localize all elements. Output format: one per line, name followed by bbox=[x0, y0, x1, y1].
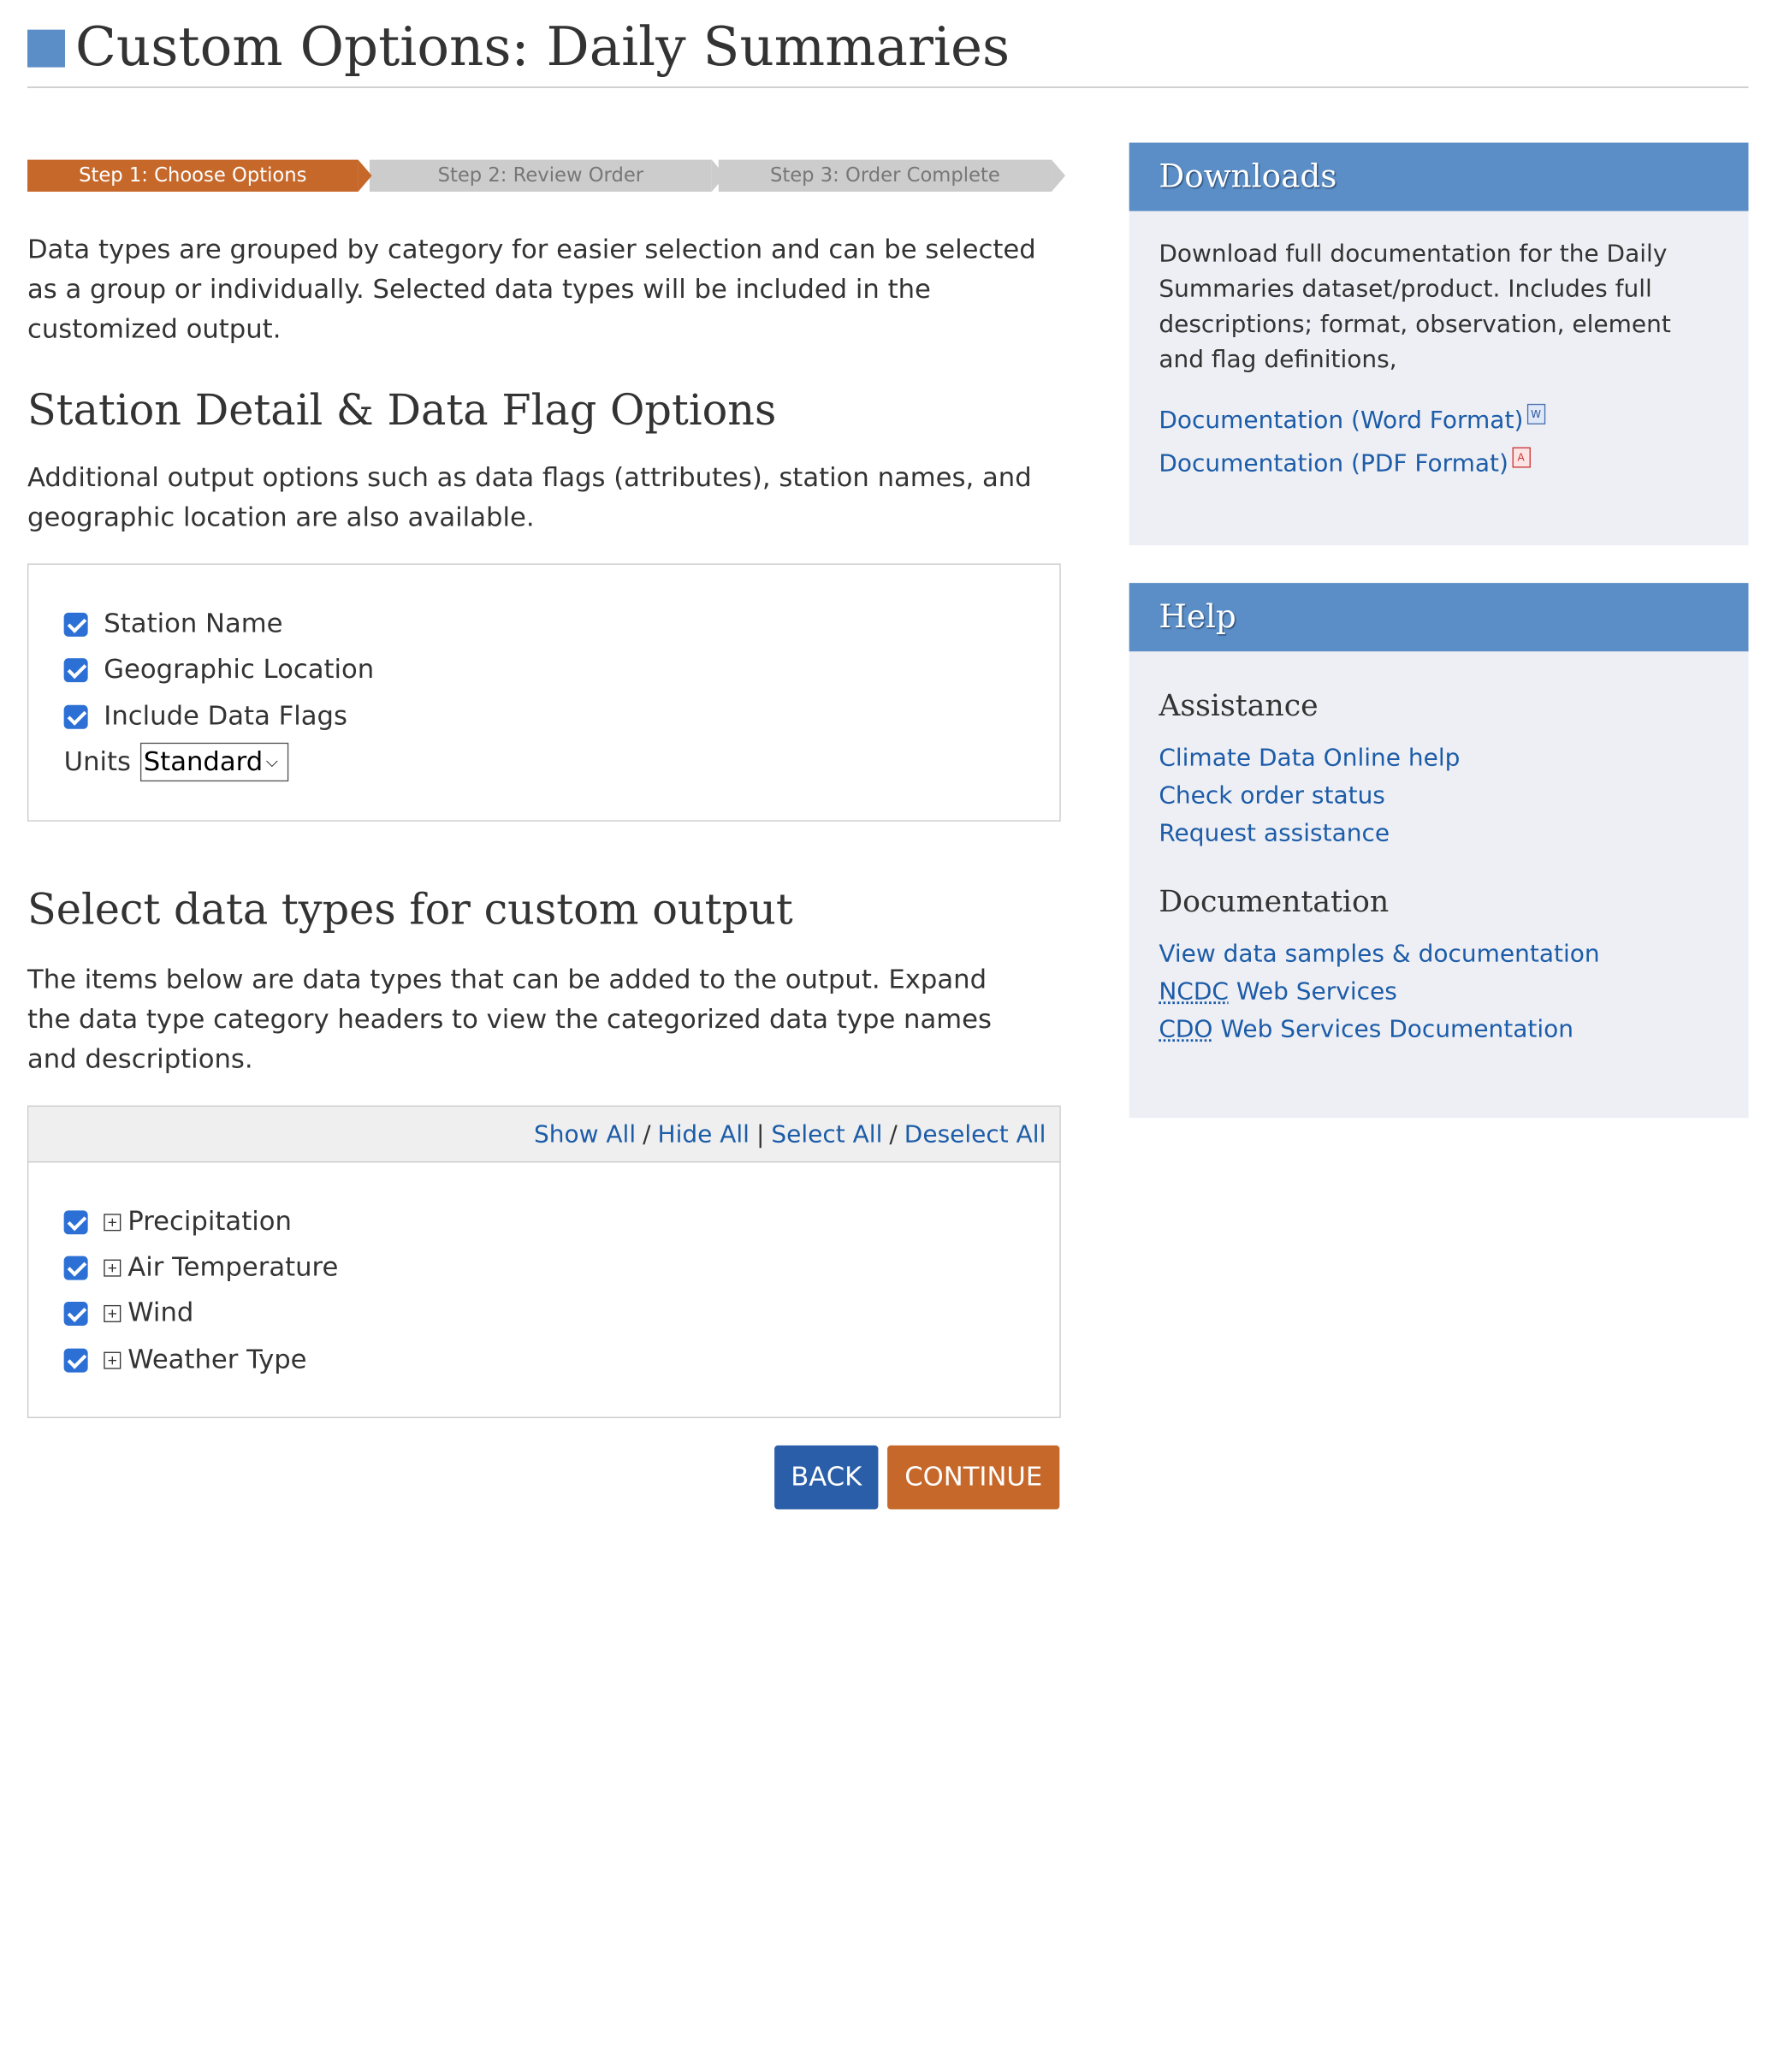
air-temperature-label: Air Temperature bbox=[127, 1252, 339, 1283]
slash-divider: / bbox=[889, 1120, 898, 1148]
expand-plus-icon[interactable] bbox=[104, 1351, 121, 1368]
wind-checkbox[interactable] bbox=[63, 1301, 88, 1326]
step-1: Step 1: Choose Options bbox=[27, 159, 359, 192]
datatypes-section-description: The items below are data types that can … bbox=[27, 965, 992, 1075]
pipe-divider: | bbox=[756, 1120, 765, 1148]
pdf-doc-link-label: Documentation (PDF Format) bbox=[1159, 448, 1508, 477]
step-3: Step 3: Order Complete bbox=[718, 159, 1052, 192]
step-2: Step 2: Review Order bbox=[369, 159, 712, 192]
datatypes-controls: Show All / Hide All | Select All / Desel… bbox=[28, 1107, 1060, 1163]
station-name-checkbox[interactable] bbox=[63, 612, 88, 637]
main-column: Step 2: Review Order Step 3: Order Compl… bbox=[27, 159, 1066, 1510]
chevron-down-icon: ⌵ bbox=[265, 752, 279, 772]
station-name-label: Station Name bbox=[104, 609, 283, 639]
view-data-samples-link[interactable]: View data samples & documentation bbox=[1159, 935, 1719, 973]
station-section-heading: Station Detail & Data Flag Options bbox=[27, 385, 777, 435]
select-all-link[interactable]: Select All bbox=[771, 1120, 882, 1148]
air-temperature-checkbox[interactable] bbox=[63, 1255, 88, 1279]
cdo-help-link[interactable]: Climate Data Online help bbox=[1159, 739, 1719, 777]
downloads-body: Download full documentation for the Dail… bbox=[1129, 211, 1749, 485]
page: Custom Options: Daily Summaries Step 2: … bbox=[0, 0, 1778, 2072]
units-select[interactable]: Standard ⌵ bbox=[139, 742, 288, 782]
cdo-abbr: CDO bbox=[1159, 1015, 1213, 1043]
datatypes-box: Show All / Hide All | Select All / Desel… bbox=[27, 1105, 1061, 1418]
continue-button[interactable]: CONTINUE bbox=[887, 1445, 1060, 1510]
pdf-document-icon: A bbox=[1511, 447, 1531, 468]
station-name-option[interactable]: Station Name bbox=[63, 607, 283, 641]
wind-label: Wind bbox=[127, 1297, 194, 1328]
expand-plus-icon[interactable] bbox=[104, 1304, 121, 1322]
slash-divider: / bbox=[643, 1120, 651, 1148]
ncdc-web-services-link[interactable]: NCDC Web Services bbox=[1159, 973, 1719, 1011]
cdo-link-text: Web Services Documentation bbox=[1212, 1015, 1574, 1043]
geographic-location-label: Geographic Location bbox=[104, 655, 375, 685]
geographic-location-option[interactable]: Geographic Location bbox=[63, 652, 375, 686]
expand-plus-icon[interactable] bbox=[104, 1258, 121, 1276]
ncdc-link-text: Web Services bbox=[1228, 977, 1397, 1006]
downloads-panel: Downloads Download full documentation fo… bbox=[1129, 142, 1749, 546]
include-data-flags-checkbox[interactable] bbox=[63, 704, 88, 729]
hide-all-link[interactable]: Hide All bbox=[658, 1120, 750, 1148]
ncdc-abbr: NCDC bbox=[1159, 977, 1229, 1006]
word-doc-link[interactable]: Documentation (Word Format) W bbox=[1159, 398, 1719, 442]
expand-plus-icon[interactable] bbox=[104, 1213, 121, 1231]
request-assistance-link[interactable]: Request assistance bbox=[1159, 815, 1719, 852]
assistance-heading: Assistance bbox=[1159, 689, 1319, 724]
geographic-location-checkbox[interactable] bbox=[63, 657, 88, 682]
category-weather-type[interactable]: Weather Type bbox=[63, 1343, 307, 1377]
documentation-heading: Documentation bbox=[1159, 885, 1390, 920]
station-options-box: Station Name Geographic Location Include… bbox=[27, 563, 1061, 822]
help-title: Help bbox=[1129, 583, 1749, 652]
intro-text: Data types are grouped by category for e… bbox=[27, 235, 1036, 345]
precipitation-label: Precipitation bbox=[127, 1207, 292, 1237]
category-air-temperature[interactable]: Air Temperature bbox=[63, 1250, 339, 1285]
pdf-doc-link[interactable]: Documentation (PDF Format) A bbox=[1159, 442, 1719, 485]
step-3-arrow bbox=[1052, 159, 1066, 192]
downloads-title: Downloads bbox=[1129, 142, 1749, 211]
weather-type-checkbox[interactable] bbox=[63, 1347, 88, 1372]
page-header: Custom Options: Daily Summaries bbox=[27, 15, 1749, 88]
units-label: Units bbox=[63, 747, 132, 777]
cdo-web-services-doc-link[interactable]: CDO Web Services Documentation bbox=[1159, 1011, 1719, 1048]
category-wind[interactable]: Wind bbox=[63, 1296, 194, 1330]
category-precipitation[interactable]: Precipitation bbox=[63, 1205, 292, 1239]
help-body: Assistance Climate Data Online help Chec… bbox=[1129, 651, 1749, 1048]
include-data-flags-option[interactable]: Include Data Flags bbox=[63, 699, 347, 733]
check-order-status-link[interactable]: Check order status bbox=[1159, 777, 1719, 815]
word-document-icon: W bbox=[1526, 403, 1545, 424]
deselect-all-link[interactable]: Deselect All bbox=[904, 1120, 1046, 1148]
downloads-text: Download full documentation for the Dail… bbox=[1159, 239, 1671, 373]
datatypes-section-heading: Select data types for custom output bbox=[27, 885, 793, 935]
units-row: Units Standard ⌵ bbox=[63, 742, 288, 782]
include-data-flags-label: Include Data Flags bbox=[104, 701, 347, 732]
station-section-description: Additional output options such as data f… bbox=[27, 463, 1032, 533]
progress-steps: Step 2: Review Order Step 3: Order Compl… bbox=[27, 159, 1066, 194]
title-square-icon bbox=[27, 29, 65, 68]
weather-type-label: Weather Type bbox=[127, 1345, 307, 1375]
help-panel: Help Assistance Climate Data Online help… bbox=[1129, 583, 1749, 1119]
show-all-link[interactable]: Show All bbox=[534, 1120, 636, 1148]
step-1-arrow bbox=[358, 159, 372, 192]
page-title: Custom Options: Daily Summaries bbox=[74, 15, 1010, 79]
units-select-value: Standard bbox=[143, 747, 264, 777]
precipitation-checkbox[interactable] bbox=[63, 1209, 88, 1234]
word-doc-link-label: Documentation (Word Format) bbox=[1159, 405, 1524, 433]
back-button[interactable]: BACK bbox=[774, 1445, 879, 1510]
